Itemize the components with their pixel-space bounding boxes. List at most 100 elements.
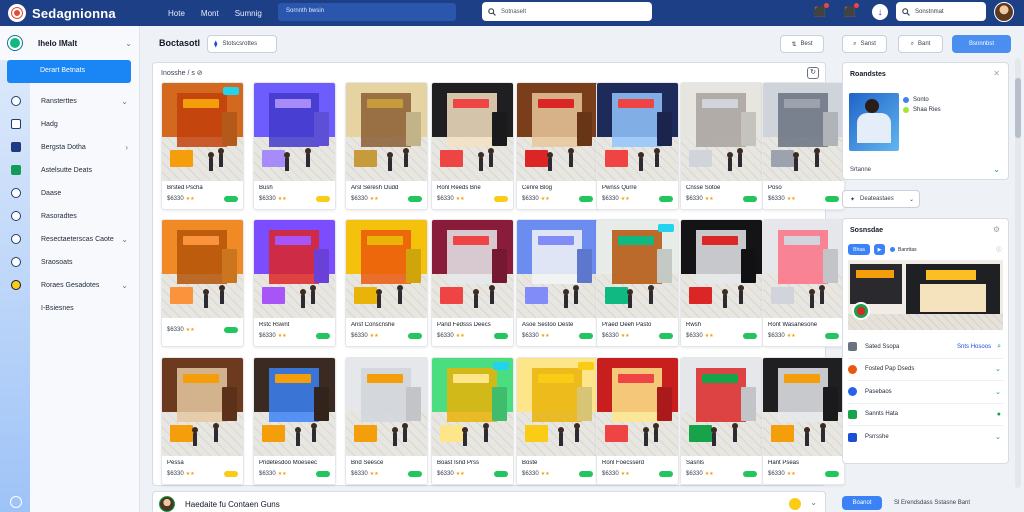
shopper-figure [546,152,553,172]
close-icon[interactable]: ✕ [993,69,1000,78]
list-item[interactable]: Fosted Pap Dseds ⌄ [848,359,1003,381]
tile-meta: Praed Oeeh Pasto $6330 ★★ [597,318,678,346]
filter-pill[interactable]: ⧫ Stotscsrottes [207,35,277,53]
nav-item-sumnig[interactable]: Sumnig [235,9,262,18]
tile-meta: Bnd Seesce $6330 ★★ [346,456,427,484]
tile-meta: Ront Wasanesone $6330 ★★ [763,318,844,346]
store-tile[interactable]: Poso $6330 ★★ [762,82,845,210]
store-thumbnail [517,83,598,181]
store-tile[interactable]: Pessa $6330 ★★ [161,357,244,485]
logo[interactable]: Sedagnionna [8,4,148,22]
nav-item-home[interactable]: Hote [168,9,185,18]
shopper-figure [731,423,738,443]
bottom-bar[interactable]: Haedaite fu Contaen Guns ⌄ [152,491,826,512]
chevron-down-icon[interactable]: ⌄ [810,498,817,507]
settings-icon[interactable]: ⚙ [993,225,1000,234]
tag-bhaa[interactable]: Bhaa [848,244,870,255]
store-tile[interactable]: Rstc Rswnt $6330 ★★ [253,219,336,347]
store-tile[interactable]: Bnd Seesce $6330 ★★ [345,357,428,485]
list-item[interactable]: Sannts Hata ● [848,404,1003,426]
status-chip [579,471,593,477]
info-icon[interactable]: ⓘ [994,244,1004,255]
clock-icon [11,211,21,221]
store-tile[interactable]: Boast Isnd Prss $6330 ★★ [431,357,514,485]
sidebar-item-roraes[interactable]: Roraes Gesadotes ⌄ [0,278,140,292]
store-tile[interactable]: $6330 ★★ [161,219,244,347]
status-chip [494,333,508,339]
details-chip[interactable]: ✦ Deateastaes ⌄ [842,190,920,208]
chevron-down-icon: ⌄ [121,234,128,244]
store-tile[interactable]: Pwnss Qurre $6330 ★★ [596,82,679,210]
bant-button[interactable]: ⌕ Bant [898,35,943,53]
primary-action-button[interactable]: Bsnnnbst [952,35,1011,53]
grid-options-icon[interactable]: ↻ [807,67,819,79]
sidebar-item-sraosoats[interactable]: Sraosoats [0,255,140,269]
sidebar-item-rasoradtes[interactable]: Rasoradtes [0,209,140,223]
list-item[interactable]: Pasebaos ⌄ [848,381,1003,404]
store-tile[interactable]: Ansf Conscnshe $6330 ★★ [345,219,428,347]
tile-meta: Arsl Seresh Oudd $6330 ★★ [346,181,427,209]
store-tile[interactable]: Cenre Blog $6330 ★★ [516,82,599,210]
sparkle-icon: ✦ [850,196,856,203]
sidebar-item-active[interactable]: Derart Betnats [7,60,131,83]
store-tile[interactable]: Praed Oeeh Pasto $6330 ★★ [596,219,679,347]
store-tile[interactable]: Asoe Sestoo Deste $6330 ★★ [516,219,599,347]
main-search-input[interactable]: Sotnaselt [482,2,652,21]
play-icon[interactable]: ▶ [874,244,885,255]
calendar-icon [848,432,857,442]
user-avatar[interactable] [994,2,1014,22]
sidebar-item-label: Sraosoats [41,258,73,266]
store-price: $6330 [522,471,539,477]
store-tile[interactable]: Hant Pseas $6330 ★★ [762,357,845,485]
rating-stars: ★★ [704,333,714,339]
scrollbar[interactable] [1015,58,1021,488]
boanot-button[interactable]: Boanot [842,496,882,510]
store-tile[interactable]: Rwsh $6330 ★★ [680,219,763,347]
store-name: Praed Oeeh Pasto [602,322,652,328]
tag-banrttas[interactable]: Banrttas [890,244,932,255]
rating-stars: ★★ [455,333,465,339]
sidebar-item-label: Ransterttes [41,97,77,105]
list-item[interactable]: Sated Ssopa Snts Hosoos ⌕ [848,336,1003,359]
coin-icon [11,280,21,290]
sidebar-item-bsiesnes[interactable]: I-Bsiesnes [0,301,140,315]
store-tile[interactable]: Cnsse Sotoe $6330 ★★ [680,82,763,210]
help-circle-icon[interactable] [10,496,22,508]
chevron-down-icon[interactable]: ⌄ [993,165,1000,174]
sidebar-item-daase[interactable]: Daase [0,186,140,200]
top-search-input[interactable]: Sornnth bwsin [278,3,456,21]
sidebar-item-resectaeterscas[interactable]: Resectaeterscas Caote ⌄ [0,232,140,246]
store-tile[interactable]: Arsl Seresh Oudd $6330 ★★ [345,82,428,210]
shopper-figure [203,289,210,309]
messages-icon[interactable]: ⬛ [842,3,859,20]
shopper-figure [387,152,394,172]
scrollbar-thumb[interactable] [1015,78,1021,138]
sidebar-item-ransterttes[interactable]: Ransterttes ⌄ [0,94,140,108]
sidebar-item-astelsutte[interactable]: Astelsutte Deats [0,163,140,177]
best-button[interactable]: ⇅ Best [780,35,824,53]
store-tile[interactable]: Boste $6330 ★★ [516,357,599,485]
store-tile[interactable]: Ronl Foecsserd $6330 ★★ [596,357,679,485]
download-icon[interactable]: ↓ [872,4,888,20]
store-tile[interactable]: Bush $6330 ★★ [253,82,336,210]
user-search-input[interactable]: Sonstnmat [896,2,986,21]
bant-button-label: Bant [918,41,931,47]
store-price: $6330 [768,333,785,339]
status-chip [659,471,673,477]
notification-icon[interactable]: ⬛ [812,3,829,20]
list-item[interactable]: Psrrsshe ⌄ [848,426,1003,449]
shopper-figure [562,289,569,309]
sidebar-header[interactable]: Ihelo IMalt ⌄ [8,36,132,50]
sidebar-item-hadg[interactable]: Hadg [0,117,140,131]
nav-item-mont[interactable]: Mont [201,9,219,18]
sanst-button[interactable]: ⌕ Sanst [842,35,887,53]
store-tile[interactable]: Brsted Pscha $6330 ★★ [161,82,244,210]
store-tile[interactable]: Ronl Reeds Bne $6330 ★★ [431,82,514,210]
store-tile[interactable]: Pand Fedsss Deecs $6330 ★★ [431,219,514,347]
store-tile[interactable]: Pndetesdoo Moeseec $6330 ★★ [253,357,336,485]
store-tile[interactable]: Sasnls $6330 ★★ [680,357,763,485]
sidebar-item-bergsta[interactable]: Bergsta Dotha › [0,140,140,154]
store-tile[interactable]: Ront Wasanesone $6330 ★★ [762,219,845,347]
store-name: Pndetesdoo Moeseec [259,460,318,466]
list-item-label: Pasebaos [865,388,892,395]
